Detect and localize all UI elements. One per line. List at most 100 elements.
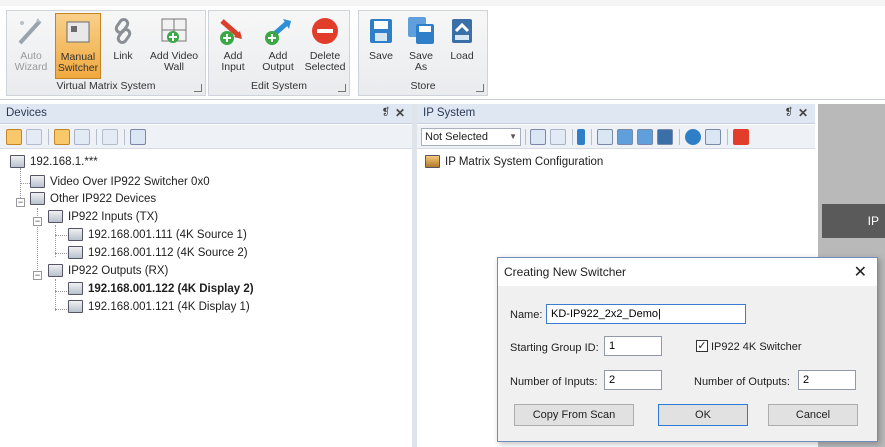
name-field[interactable]	[546, 304, 746, 324]
collapse-icon[interactable]: −	[33, 217, 42, 226]
save-button[interactable]: Save	[363, 13, 399, 79]
tree-item-label: IP Matrix System Configuration	[445, 156, 604, 168]
ip-system-panel-title: IP System	[423, 107, 476, 119]
manual-switcher-button[interactable]: Manual Switcher	[55, 13, 101, 79]
chain-link-icon	[114, 18, 132, 44]
add-output-label-2: Output	[262, 61, 294, 73]
load-button[interactable]: Load	[443, 13, 481, 79]
tree-item-label: 192.168.001.121 (4K Display 1)	[88, 301, 250, 313]
switcher-icon	[66, 21, 90, 43]
auto-wizard-button[interactable]: Auto Wizard	[11, 13, 51, 79]
link-label: Link	[113, 50, 133, 62]
tree-view-icon[interactable]	[6, 129, 22, 145]
devices-panel-header: Devices ❡ ✕	[0, 104, 412, 124]
tree-item-ip-matrix-config[interactable]: IP Matrix System Configuration	[425, 154, 603, 171]
toolbar-separator	[525, 129, 526, 145]
number-of-outputs-field[interactable]	[798, 370, 856, 390]
tree-line	[55, 291, 67, 292]
add-input-icon	[220, 19, 242, 45]
pin-icon[interactable]: ❡	[785, 107, 793, 118]
tree-item-output-2[interactable]: 192.168.001.121 (4K Display 1)	[68, 299, 250, 316]
settings-icon[interactable]	[530, 129, 546, 145]
filter-icon[interactable]	[102, 129, 118, 145]
group-view-icon[interactable]	[54, 129, 70, 145]
toolbar-separator	[679, 129, 680, 145]
number-of-inputs-label: Number of Inputs:	[510, 376, 598, 388]
tree-item-output-1[interactable]: 192.168.001.122 (4K Display 2)	[68, 281, 254, 298]
tree-item-input-2[interactable]: 192.168.001.112 (4K Source 2)	[68, 245, 248, 262]
collapse-icon[interactable]: −	[33, 271, 42, 280]
delete-selected-label-2: Selected	[304, 61, 346, 73]
close-icon[interactable]: ✕	[395, 106, 405, 120]
tree-item-input-1[interactable]: 192.168.001.111 (4K Source 1)	[68, 227, 247, 244]
close-icon[interactable]: ✕	[798, 106, 808, 120]
video-wall-icon	[161, 18, 187, 43]
add-device-icon[interactable]	[705, 129, 721, 145]
save-as-button[interactable]: Save As	[403, 13, 439, 79]
delete-icon[interactable]	[733, 129, 749, 145]
group-store: Save Save As Load Store	[358, 10, 488, 96]
dialog-launcher-icon[interactable]	[476, 84, 484, 92]
manual-switcher-label-2: Switcher	[57, 62, 99, 74]
ip-system-toolbar: Not Selected ▼	[417, 125, 815, 149]
delete-selected-button[interactable]: Delete Selected	[302, 13, 348, 79]
tree-line	[55, 253, 67, 254]
number-of-inputs-field[interactable]	[604, 370, 662, 390]
load-icon	[452, 19, 472, 43]
cancel-button[interactable]: Cancel	[768, 404, 858, 426]
refresh-icon[interactable]	[74, 129, 90, 145]
group-virtual-matrix-system: Auto Wizard Manual Switcher Link Add Vid…	[6, 10, 206, 96]
tree-item-label: Other IP922 Devices	[50, 193, 157, 205]
new-document-icon[interactable]	[597, 129, 613, 145]
add-circle-icon[interactable]	[685, 129, 701, 145]
pin-icon[interactable]: ❡	[382, 107, 390, 118]
ribbon-top-strip	[0, 0, 885, 6]
matrix-config-icon	[425, 155, 440, 169]
toolbar-separator	[48, 129, 49, 145]
collapse-icon[interactable]: −	[16, 198, 25, 207]
add-input-button[interactable]: Add Input	[213, 13, 253, 79]
tree-item-other-devices[interactable]: Other IP922 Devices	[30, 191, 156, 208]
tree-item-root[interactable]: 192.168.1.***	[10, 154, 98, 171]
link-button[interactable]: Link	[105, 13, 141, 79]
toolbar-separator	[591, 129, 592, 145]
preview-bar: IP	[822, 204, 885, 238]
device-group-icon	[30, 192, 45, 206]
creating-new-switcher-dialog: Creating New Switcher ✕ Name: Starting G…	[497, 257, 878, 442]
devices-panel-title: Devices	[6, 107, 47, 119]
toolbar-separator	[727, 129, 728, 145]
tree-item-label: 192.168.001.122 (4K Display 2)	[88, 283, 254, 295]
ip922-4k-switcher-checkbox[interactable]: ✓	[696, 340, 708, 352]
system-select-value: Not Selected	[425, 131, 488, 143]
copy-icon[interactable]	[637, 129, 653, 145]
save-as-label-2: As	[414, 61, 428, 73]
add-output-button[interactable]: Add Output	[256, 13, 300, 79]
add-video-wall-button[interactable]: Add Video Wall	[145, 13, 203, 79]
add-output-icon	[265, 19, 291, 45]
tree-line	[55, 309, 67, 310]
close-icon[interactable]: ✕	[854, 262, 867, 282]
dialog-launcher-icon[interactable]	[194, 84, 202, 92]
save-icon[interactable]	[617, 129, 633, 145]
transmitter-group-icon	[48, 210, 63, 224]
group-edit-system: Add Input Add Output Delete Selected Edi…	[208, 10, 350, 96]
link-icon[interactable]	[550, 129, 566, 145]
tree-item-outputs-group[interactable]: IP922 Outputs (RX)	[48, 263, 168, 280]
tree-line	[55, 279, 56, 311]
network-icon	[10, 155, 25, 169]
calendar-icon[interactable]	[130, 129, 146, 145]
starting-group-id-field[interactable]	[604, 336, 662, 356]
dialog-title: Creating New Switcher	[504, 265, 627, 279]
dialog-launcher-icon[interactable]	[338, 84, 346, 92]
system-select[interactable]: Not Selected ▼	[421, 128, 521, 146]
transmitter-icon	[68, 246, 83, 260]
chevron-down-icon: ▼	[509, 132, 517, 141]
grid-view-icon[interactable]	[26, 129, 42, 145]
load-icon[interactable]	[657, 129, 673, 145]
tree-item-video-switcher[interactable]: Video Over IP922 Switcher 0x0	[30, 174, 210, 191]
tree-item-inputs-group[interactable]: IP922 Inputs (TX)	[48, 209, 158, 226]
info-icon[interactable]	[577, 129, 585, 145]
ok-button[interactable]: OK	[658, 404, 748, 426]
copy-from-scan-button[interactable]: Copy From Scan	[514, 404, 634, 426]
add-video-wall-label-2: Wall	[163, 61, 185, 73]
